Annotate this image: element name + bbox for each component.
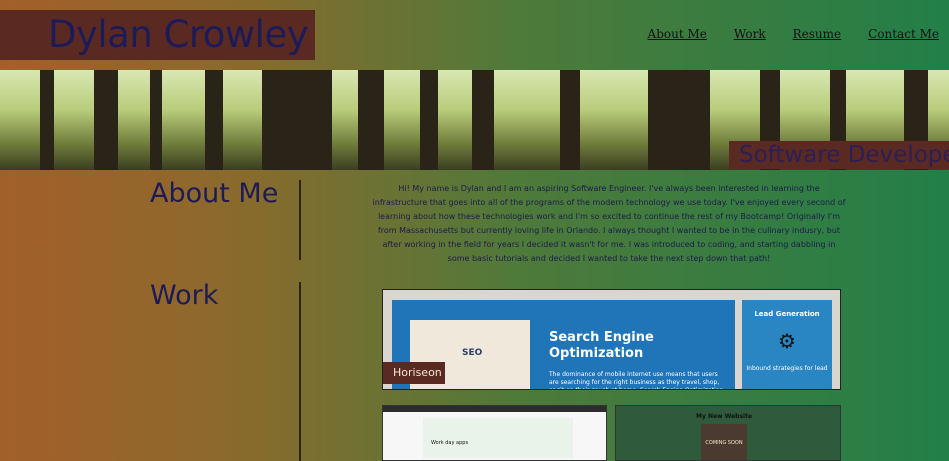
nav-link-contact[interactable]: Contact Me <box>868 27 939 41</box>
tree-trunk <box>150 70 162 170</box>
nav-link-about[interactable]: About Me <box>648 27 707 41</box>
tree-trunk <box>472 70 494 170</box>
work-title: Work <box>150 280 219 311</box>
tree-trunk <box>205 70 223 170</box>
hero-banner: Software Developer <box>0 70 949 170</box>
brand-name[interactable]: Dylan Crowley <box>0 10 315 60</box>
hero-tagline: Software Developer <box>729 141 949 169</box>
seo-body: The dominance of mobile internet use mea… <box>549 371 723 389</box>
about-text: Hi! My name is Dylan and I am an aspirin… <box>372 184 846 263</box>
lead-generation-panel: Lead Generation ⚙ Inbound strategies for… <box>742 300 832 389</box>
thumbnail-toolbar <box>383 406 606 412</box>
funnel-gear-icon: ⚙ <box>778 329 796 353</box>
tree-trunk <box>420 70 438 170</box>
seo-heading: Search Engine Optimization <box>549 330 654 361</box>
project-thumbnail-website[interactable]: My New Website COMING SOON <box>615 405 841 461</box>
about-title: About Me <box>150 178 279 209</box>
tree-trunk <box>94 70 118 170</box>
site-header: Dylan Crowley About Me Work Resume Conta… <box>0 0 949 70</box>
nav-link-work[interactable]: Work <box>734 27 766 41</box>
coming-soon-box: COMING SOON <box>701 424 747 460</box>
lead-subtext: Inbound strategies for lead <box>746 365 828 372</box>
main-nav: About Me Work Resume Contact Me <box>648 27 939 41</box>
seo-image-label: SEO <box>462 348 483 358</box>
lead-title: Lead Generation <box>754 310 820 318</box>
work-divider <box>299 282 301 461</box>
featured-project-card[interactable]: SEO Search Engine Optimization The domin… <box>382 289 841 390</box>
project-thumbnail-workday[interactable]: Work day apps <box>382 405 607 461</box>
thumbnail-caption: Work day apps <box>431 440 469 446</box>
tree-trunk <box>648 70 710 170</box>
about-divider <box>299 180 301 260</box>
tree-trunk <box>262 70 332 170</box>
forest-image <box>40 70 54 170</box>
nav-link-resume[interactable]: Resume <box>793 27 842 41</box>
thumbnail-title: My New Website <box>696 413 753 420</box>
thumbnail-content: Work day apps <box>423 418 573 458</box>
tree-trunk <box>560 70 580 170</box>
tree-trunk <box>358 70 384 170</box>
project-label-horiseon[interactable]: Horiseon <box>383 362 445 384</box>
